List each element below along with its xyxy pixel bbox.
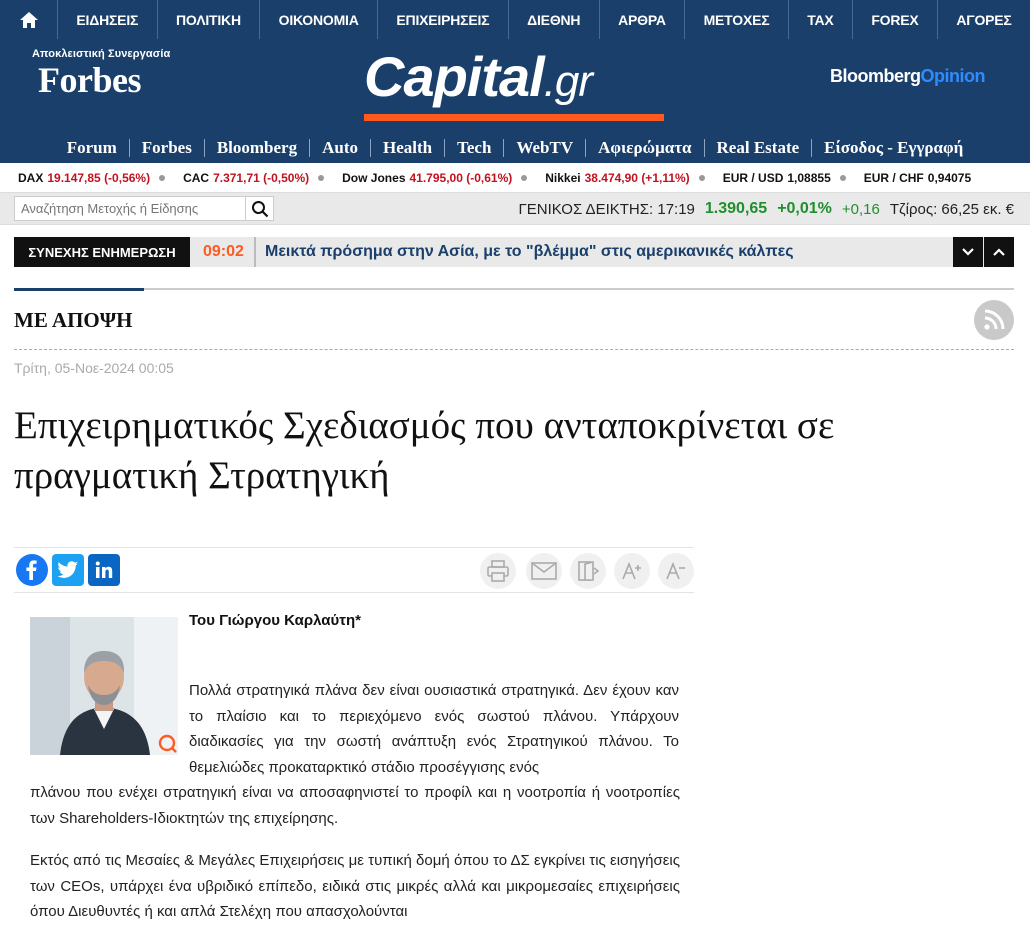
nav-item-news[interactable]: ΕΙΔΗΣΕΙΣ bbox=[58, 0, 158, 39]
market-ticker-bar: DAX 19.147,85 (-0,56%) CAC 7.371,71 (-0,50… bbox=[0, 163, 1030, 193]
facebook-icon bbox=[26, 560, 37, 580]
subnav-item-tributes[interactable]: Αφιερώματα bbox=[586, 139, 705, 157]
print-button[interactable] bbox=[480, 553, 516, 589]
nav-item-stocks[interactable]: ΜΕΤΟΧΕΣ bbox=[685, 0, 789, 39]
breaking-news-bar: ΣΥΝΕΧΗΣ ΕΝΗΜΕΡΩΣΗ 09:02 Μεικτά πρόσημα σ… bbox=[14, 237, 1014, 267]
nav-item-markets[interactable]: ΑΓΟΡΕΣ bbox=[938, 0, 1030, 39]
general-index-percent: +0,01% bbox=[777, 200, 832, 217]
general-index-value: 1.390,65 bbox=[704, 200, 768, 217]
rss-icon bbox=[984, 309, 1005, 330]
article-paragraph-1-cont: πλάνου που ενέχει στρατηγική είναι να απ… bbox=[30, 784, 680, 827]
breaking-prev-button[interactable] bbox=[984, 237, 1014, 267]
nav-item-international[interactable]: ΔΙΕΘΝΗ bbox=[509, 0, 600, 39]
twitter-icon bbox=[57, 561, 78, 578]
facebook-share-button[interactable] bbox=[16, 554, 48, 586]
capital-logo-main: Capital bbox=[364, 45, 545, 108]
linkedin-icon bbox=[95, 561, 113, 578]
subnav-item-webtv[interactable]: WebTV bbox=[504, 139, 587, 157]
ticker-dow-jones[interactable]: Dow Jones 41.795,00 (-0,61%) bbox=[324, 171, 521, 185]
email-button[interactable] bbox=[526, 553, 562, 589]
article-paragraph-2: Εκτός από τις Μεσαίες & Μεγάλες Επιχειρή… bbox=[30, 852, 680, 920]
search-icon bbox=[251, 200, 268, 217]
nav-item-economy[interactable]: ΟΙΚΟΝΟΜΙΑ bbox=[260, 0, 379, 39]
reader-mode-button[interactable] bbox=[570, 553, 606, 589]
article-paragraph-1: Πολλά στρατηγικά πλάνα δεν είναι ουσιαστ… bbox=[189, 682, 679, 776]
site-header: Αποκλειστική Συνεργασία Forbes Capital.g… bbox=[0, 39, 1030, 163]
print-icon bbox=[487, 560, 509, 582]
author-photo[interactable] bbox=[30, 617, 178, 755]
bloomberg-logo-main: Bloomberg bbox=[830, 66, 921, 86]
nav-item-tax[interactable]: TAX bbox=[789, 0, 853, 39]
reader-icon bbox=[578, 560, 599, 581]
ticker-eur-usd[interactable]: EUR / USD 1,08855 bbox=[705, 171, 840, 185]
ticker-nikkei[interactable]: Nikkei 38.474,90 (+1,11%) bbox=[527, 171, 698, 185]
email-icon bbox=[531, 562, 557, 580]
increase-font-button[interactable] bbox=[614, 553, 650, 589]
breaking-news-headline[interactable]: Μεικτά πρόσημα στην Ασία, με το "βλέμμα"… bbox=[265, 237, 794, 267]
general-index-info[interactable]: ΓΕΝΙΚΟΣ ΔΕΙΚΤΗΣ: 17:19 1.390,65 +0,01% +… bbox=[518, 193, 1014, 225]
article-title: Επιχειρηματικός Σχεδιασμός που ανταποκρί… bbox=[14, 404, 835, 497]
general-index-label: ΓΕΝΙΚΟΣ ΔΕΙΚΤΗΣ: 17:19 bbox=[518, 200, 695, 218]
capital-logo-underline bbox=[364, 114, 664, 121]
article-date: Τρίτη, 05-Νοε-2024 00:05 bbox=[14, 360, 174, 376]
ticker-dax[interactable]: DAX 19.147,85 (-0,56%) bbox=[0, 171, 159, 185]
capital-logo[interactable]: Capital.gr bbox=[364, 41, 593, 118]
capital-logo-suffix: .gr bbox=[543, 57, 593, 106]
subnav-item-auto[interactable]: Auto bbox=[310, 139, 371, 157]
section-header: ΜΕ ΑΠΟΨΗ bbox=[14, 288, 1014, 350]
breaking-next-button[interactable] bbox=[953, 237, 983, 267]
subnav-item-tech[interactable]: Tech bbox=[445, 139, 505, 157]
decrease-font-button[interactable] bbox=[658, 553, 694, 589]
subnav-item-forbes[interactable]: Forbes bbox=[130, 139, 205, 157]
subnav-item-health[interactable]: Health bbox=[371, 139, 446, 157]
font-increase-icon bbox=[622, 561, 641, 580]
search-and-index-bar: ΓΕΝΙΚΟΣ ΔΕΙΚΤΗΣ: 17:19 1.390,65 +0,01% +… bbox=[0, 193, 1030, 225]
bloomberg-opinion-logo[interactable]: BloombergOpinion bbox=[830, 66, 986, 87]
nav-item-forex[interactable]: FOREX bbox=[853, 0, 938, 39]
twitter-share-button[interactable] bbox=[52, 554, 84, 586]
ticker-cac[interactable]: CAC 7.371,71 (-0,50%) bbox=[165, 171, 318, 185]
share-toolbar bbox=[14, 547, 694, 593]
article-byline: Του Γιώργου Καρλαύτη* bbox=[189, 612, 361, 629]
general-index-change: +0,16 bbox=[841, 200, 880, 218]
ticker-eur-chf[interactable]: EUR / CHF 0,94075 bbox=[846, 171, 980, 185]
search-button[interactable] bbox=[246, 196, 274, 221]
forbes-logo[interactable]: Forbes bbox=[38, 59, 141, 101]
home-icon[interactable] bbox=[0, 0, 58, 39]
nav-item-articles[interactable]: ΑΡΘΡΑ bbox=[600, 0, 686, 39]
breaking-news-tag[interactable]: ΣΥΝΕΧΗΣ ΕΝΗΜΕΡΩΣΗ bbox=[14, 237, 190, 267]
turnover: Τζίρος: 66,25 εκ. € bbox=[889, 200, 1014, 218]
font-decrease-icon bbox=[666, 561, 685, 580]
top-navigation: ΕΙΔΗΣΕΙΣ ΠΟΛΙΤΙΚΗ ΟΙΚΟΝΟΜΙΑ ΕΠΙΧΕΙΡΗΣΕΙΣ… bbox=[0, 0, 1030, 39]
rss-button[interactable] bbox=[974, 300, 1014, 340]
linkedin-share-button[interactable] bbox=[88, 554, 120, 586]
chevron-down-icon bbox=[962, 248, 974, 256]
section-title[interactable]: ΜΕ ΑΠΟΨΗ bbox=[14, 308, 132, 333]
subnav-item-login-register[interactable]: Είσοδος - Εγγραφή bbox=[812, 139, 975, 157]
subnav-item-forum[interactable]: Forum bbox=[55, 139, 130, 157]
subnav-item-bloomberg[interactable]: Bloomberg bbox=[205, 139, 311, 157]
secondary-navigation: Forum Forbes Bloomberg Auto Health Tech … bbox=[0, 133, 1030, 163]
nav-item-politics[interactable]: ΠΟΛΙΤΙΚΗ bbox=[158, 0, 261, 39]
chevron-up-icon bbox=[993, 248, 1005, 256]
subnav-item-real-estate[interactable]: Real Estate bbox=[705, 139, 813, 157]
search-input[interactable] bbox=[14, 196, 246, 221]
section-accent-line bbox=[14, 288, 144, 291]
nav-item-business[interactable]: ΕΠΙΧΕΙΡΗΣΕΙΣ bbox=[378, 0, 509, 39]
bloomberg-logo-opinion: Opinion bbox=[920, 66, 986, 86]
breaking-news-time: 09:02 bbox=[203, 237, 256, 267]
